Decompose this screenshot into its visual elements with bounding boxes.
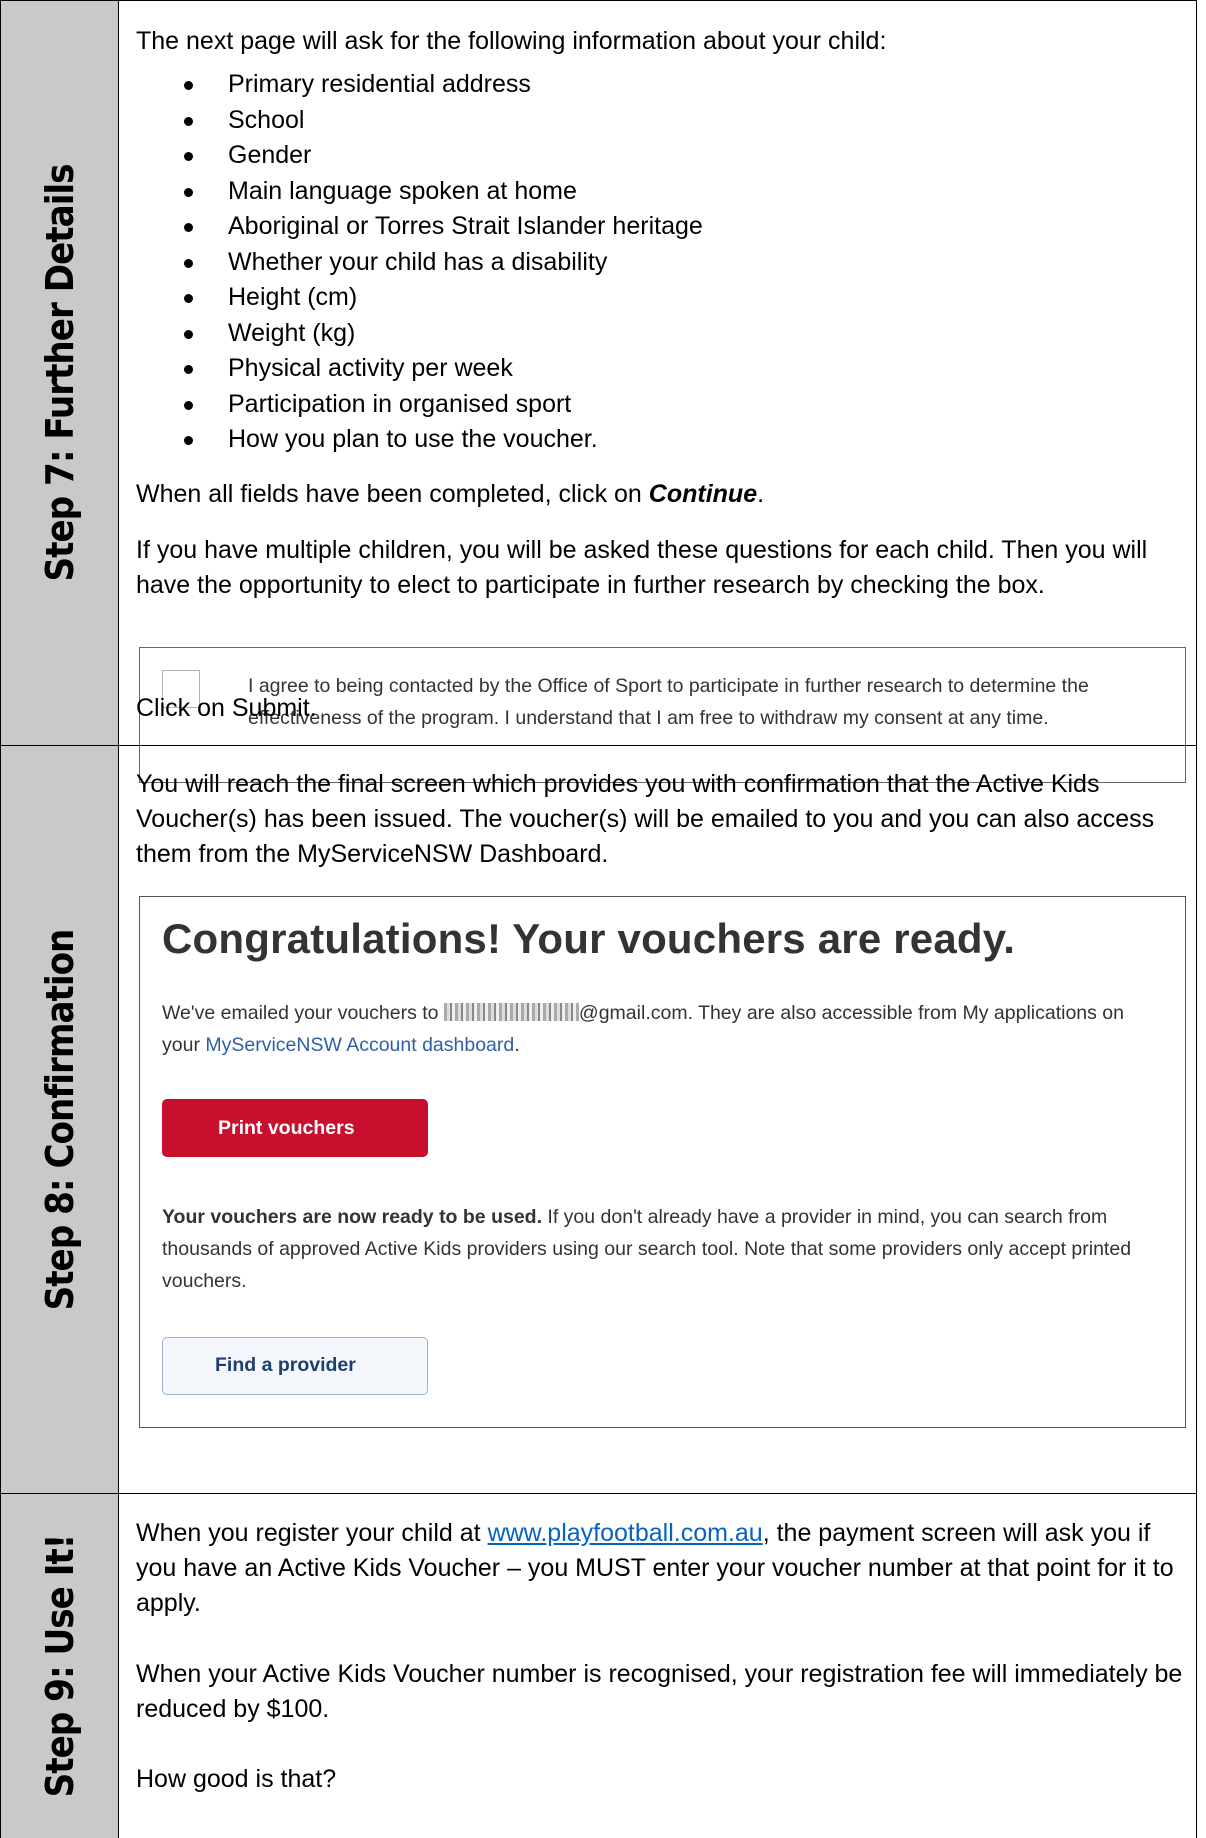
multiple-children-text: If you have multiple children, you will … [136,536,1148,599]
list-item: Primary residential address [136,67,703,103]
step7-row: Step 7: Further Details The next page wi… [0,0,1197,783]
step7-sidebar: Step 7: Further Details [1,1,119,745]
list-item: School [136,103,703,139]
find-provider-button[interactable]: Find a provider [162,1337,428,1395]
redacted-email [443,1003,579,1021]
step8-content: You will reach the final screen which pr… [119,746,1196,1493]
ready-text: Your vouchers are now ready to be used. … [162,1206,1132,1292]
list-item: Participation in organised sport [136,387,703,423]
list-item: How you plan to use the voucher. [136,422,703,458]
submit-instruction: Click on Submit. [136,694,317,722]
dashboard-link[interactable]: MyServiceNSW Account dashboard [205,1034,514,1056]
confirmation-title: Congratulations! Your vouchers are ready… [162,915,1016,962]
list-item: Main language spoken at home [136,174,703,210]
email-notice: We've emailed your vouchers to @gmail.co… [162,1002,1124,1056]
list-item: Physical activity per week [136,351,703,387]
step7-label: Step 7: Further Details [37,164,82,582]
list-item: Aboriginal or Torres Strait Islander her… [136,209,703,245]
step9-sidebar: Step 9: Use It! [1,1494,119,1838]
step9-label: Step 9: Use It! [37,1534,82,1798]
step9-closing-text: How good is that? [136,1765,337,1793]
step7-info-list: Primary residential address School Gende… [136,67,703,458]
confirmation-screenshot: Congratulations! Your vouchers are ready… [139,896,1186,1428]
step8-sidebar: Step 8: Confirmation [1,746,119,1493]
step9-content: When you register your child at www.play… [119,1494,1196,1838]
list-item: Gender [136,138,703,174]
continue-instruction: When all fields have been completed, cli… [136,480,765,508]
list-item: Weight (kg) [136,316,703,352]
continue-word: Continue [648,480,758,508]
step7-content: The next page will ask for the following… [119,1,1196,783]
playfootball-link[interactable]: www.playfootball.com.au [488,1519,763,1547]
step8-row: Step 8: Confirmation You will reach the … [0,745,1197,1494]
list-item: Height (cm) [136,280,703,316]
step9-row: Step 9: Use It! When you register your c… [0,1493,1197,1838]
step8-label: Step 8: Confirmation [37,929,82,1310]
step7-intro: The next page will ask for the following… [136,27,887,55]
step9-register-text: When you register your child at www.play… [136,1519,1174,1617]
list-item: Whether your child has a disability [136,245,703,281]
step9-recognised-text: When your Active Kids Voucher number is … [136,1660,1183,1723]
step8-intro: You will reach the final screen which pr… [136,770,1155,868]
print-vouchers-button[interactable]: Print vouchers [162,1099,428,1157]
